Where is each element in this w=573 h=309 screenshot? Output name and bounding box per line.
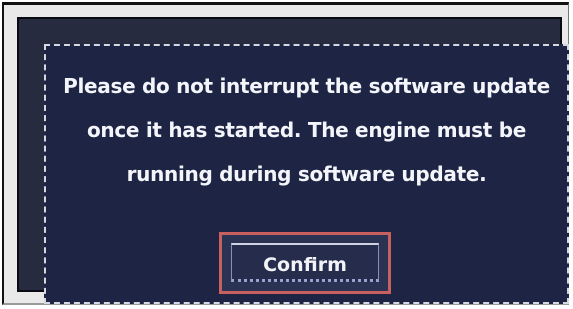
- confirm-button[interactable]: Confirm: [219, 232, 391, 294]
- warning-message: Please do not interrupt the software upd…: [46, 64, 567, 196]
- message-line-2: once it has started. The engine must be: [86, 118, 526, 142]
- message-line-1: Please do not interrupt the software upd…: [63, 74, 550, 98]
- display-screen: Please do not interrupt the software upd…: [17, 17, 569, 304]
- photo-frame: Please do not interrupt the software upd…: [2, 2, 569, 305]
- message-line-3: running during software update.: [126, 162, 487, 186]
- software-update-dialog: Please do not interrupt the software upd…: [44, 44, 569, 304]
- confirm-button-face[interactable]: Confirm: [231, 243, 379, 282]
- confirm-button-label: Confirm: [263, 254, 347, 276]
